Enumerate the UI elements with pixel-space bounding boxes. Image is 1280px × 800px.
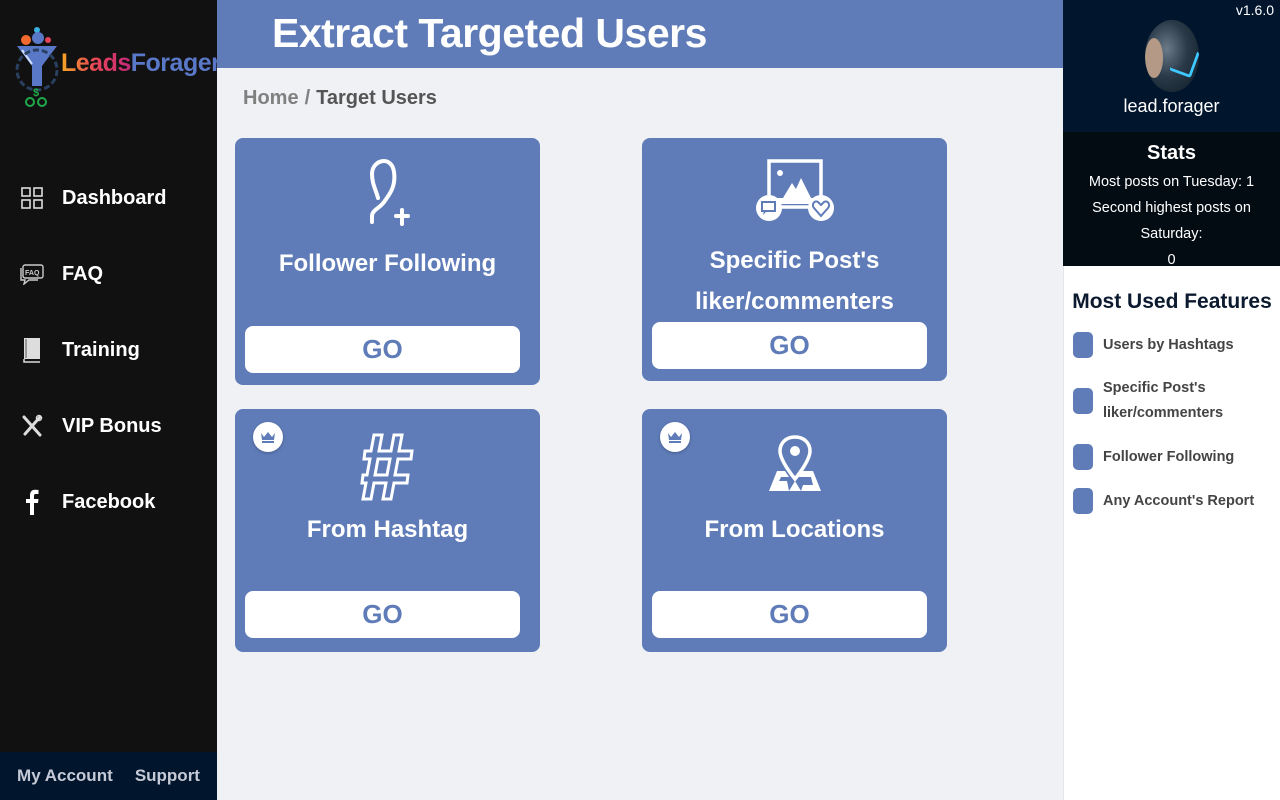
most-used-features: Most Used Features Users by Hashtags Spe… bbox=[1063, 266, 1280, 800]
card-title: From Locations bbox=[704, 516, 885, 543]
go-button[interactable]: GO bbox=[652, 322, 927, 369]
card-title: From Hashtag bbox=[306, 516, 469, 543]
grid-icon bbox=[20, 184, 44, 212]
card-from-hashtag: From Hashtag GO bbox=[235, 409, 540, 652]
stats-line: Second highest posts on Saturday: bbox=[1092, 200, 1251, 242]
app-logo[interactable]: $ LeadsForager bbox=[14, 24, 221, 110]
card-from-locations: From Locations GO bbox=[642, 409, 947, 652]
sidebar-item-label: FAQ bbox=[62, 262, 104, 285]
funnel-logo-icon: $ bbox=[14, 24, 60, 110]
user-plus-icon bbox=[235, 158, 540, 234]
go-button[interactable]: GO bbox=[245, 591, 520, 638]
feature-bullet-icon bbox=[1073, 444, 1093, 470]
breadcrumb-current: Target Users bbox=[316, 87, 437, 109]
sidebar-item-label: Dashboard bbox=[62, 186, 167, 209]
breadcrumb-separator: / bbox=[304, 87, 311, 109]
map-pin-icon bbox=[642, 433, 947, 499]
sidebar-item-label: Facebook bbox=[62, 490, 156, 513]
logo-text: LeadsForager bbox=[61, 48, 221, 77]
sidebar-footer: My Account Support bbox=[0, 752, 217, 800]
svg-text:FAQ: FAQ bbox=[25, 270, 40, 277]
card-title: Specific Post's liker/commenters bbox=[695, 247, 894, 315]
feature-bullet-icon bbox=[1073, 332, 1093, 358]
svg-text:$: $ bbox=[33, 87, 39, 99]
sidebar-nav: Dashboard FAQ FAQ Training VIP Bonus Fac… bbox=[0, 160, 217, 540]
right-panel: v1.6.0 lead.forager Stats Most posts on … bbox=[1063, 0, 1280, 800]
feature-item-users-by-hashtags[interactable]: Users by Hashtags bbox=[1073, 332, 1280, 358]
breadcrumb-home[interactable]: Home bbox=[243, 87, 299, 109]
stats-title: Stats bbox=[1147, 142, 1196, 164]
card-follower-following: Follower Following GO bbox=[235, 138, 540, 385]
page-title: Extract Targeted Users bbox=[272, 10, 707, 56]
features-title: Most Used Features bbox=[1072, 290, 1272, 313]
feature-item-follower-following[interactable]: Follower Following bbox=[1073, 444, 1280, 470]
profile-section: v1.6.0 lead.forager bbox=[1063, 0, 1280, 132]
go-button[interactable]: GO bbox=[652, 591, 927, 638]
card-title: Follower Following bbox=[278, 250, 497, 277]
feature-bullet-icon bbox=[1073, 488, 1093, 514]
sidebar-item-facebook[interactable]: Facebook bbox=[0, 464, 217, 540]
hashtag-icon bbox=[235, 431, 540, 503]
sidebar-item-training[interactable]: Training bbox=[0, 312, 217, 388]
card-specific-post: Specific Post's liker/commenters GO bbox=[642, 138, 947, 381]
sidebar: $ LeadsForager Dashboard FAQ FAQ Trainin… bbox=[0, 0, 221, 800]
feature-item-specific-post[interactable]: Specific Post's liker/commenters bbox=[1073, 376, 1280, 426]
breadcrumb: Home / Target Users bbox=[243, 87, 437, 110]
feature-bullet-icon bbox=[1073, 388, 1093, 414]
faq-chat-icon: FAQ bbox=[20, 260, 44, 288]
stats-line: Most posts on Tuesday: 1 bbox=[1088, 174, 1255, 190]
username: lead.forager bbox=[1123, 96, 1220, 116]
sidebar-item-label: VIP Bonus bbox=[62, 414, 162, 437]
image-like-comment-icon bbox=[642, 158, 947, 228]
support-link[interactable]: Support bbox=[135, 766, 200, 786]
go-button[interactable]: GO bbox=[245, 326, 520, 373]
my-account-link[interactable]: My Account bbox=[17, 766, 113, 786]
facebook-icon bbox=[20, 488, 44, 516]
sidebar-item-faq[interactable]: FAQ FAQ bbox=[0, 236, 217, 312]
sidebar-item-dashboard[interactable]: Dashboard bbox=[0, 160, 217, 236]
book-icon bbox=[20, 336, 44, 364]
sidebar-item-label: Training bbox=[62, 338, 140, 361]
avatar[interactable] bbox=[1145, 20, 1199, 92]
version-label: v1.6.0 bbox=[1235, 2, 1274, 18]
page-header: Extract Targeted Users bbox=[217, 0, 1063, 68]
stats-section: Stats Most posts on Tuesday: 1 Second hi… bbox=[1063, 132, 1280, 268]
sidebar-item-vip-bonus[interactable]: VIP Bonus bbox=[0, 388, 217, 464]
feature-item-account-report[interactable]: Any Account's Report bbox=[1073, 488, 1280, 514]
tools-icon bbox=[20, 412, 44, 440]
